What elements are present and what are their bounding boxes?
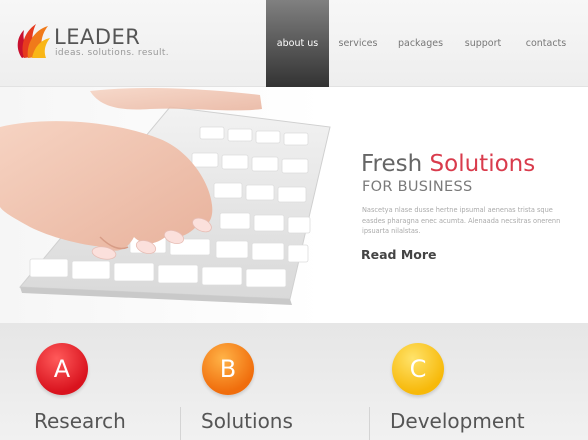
badge-c-icon: C — [392, 343, 444, 395]
hero-subtitle: FOR BUSINESS — [362, 179, 473, 195]
flame-petals-logo-icon[interactable] — [14, 16, 50, 62]
badge-b-icon: B — [202, 343, 254, 395]
hero-title-fresh: Fresh — [361, 151, 423, 177]
keyboard-hands-photo — [0, 88, 331, 305]
brand-tagline: ideas. solutions. result. — [55, 48, 170, 58]
feature-development[interactable]: C Development — [370, 323, 588, 440]
feature-research[interactable]: A Research — [0, 323, 180, 440]
hero-body-text: Nascetya nlase dusse hertne ipsumal aene… — [362, 206, 561, 235]
feature-title-development[interactable]: Development — [390, 409, 525, 433]
feature-title-solutions[interactable]: Solutions — [201, 409, 293, 433]
features-strip: A Research B Solutions C Development — [0, 323, 588, 440]
main-nav: about us services packages support conta… — [266, 0, 580, 87]
nav-item-services[interactable]: services — [329, 0, 387, 87]
badge-a-icon: A — [36, 343, 88, 395]
nav-item-about-us[interactable]: about us — [266, 0, 329, 87]
nav-item-packages[interactable]: packages — [387, 0, 454, 87]
brand-name[interactable]: LEADER — [54, 25, 140, 49]
hero-title: Fresh Solutions — [361, 150, 535, 178]
read-more-link[interactable]: Read More — [361, 247, 437, 263]
site-header: LEADER ideas. solutions. result. about u… — [0, 0, 588, 87]
nav-item-support[interactable]: support — [454, 0, 512, 87]
feature-title-research[interactable]: Research — [34, 409, 126, 433]
feature-solutions[interactable]: B Solutions — [181, 323, 369, 440]
hero-banner: Fresh Solutions FOR BUSINESS Nascetya nl… — [0, 87, 588, 323]
nav-item-contacts[interactable]: contacts — [512, 0, 580, 87]
hero-title-solutions: Solutions — [429, 151, 536, 177]
